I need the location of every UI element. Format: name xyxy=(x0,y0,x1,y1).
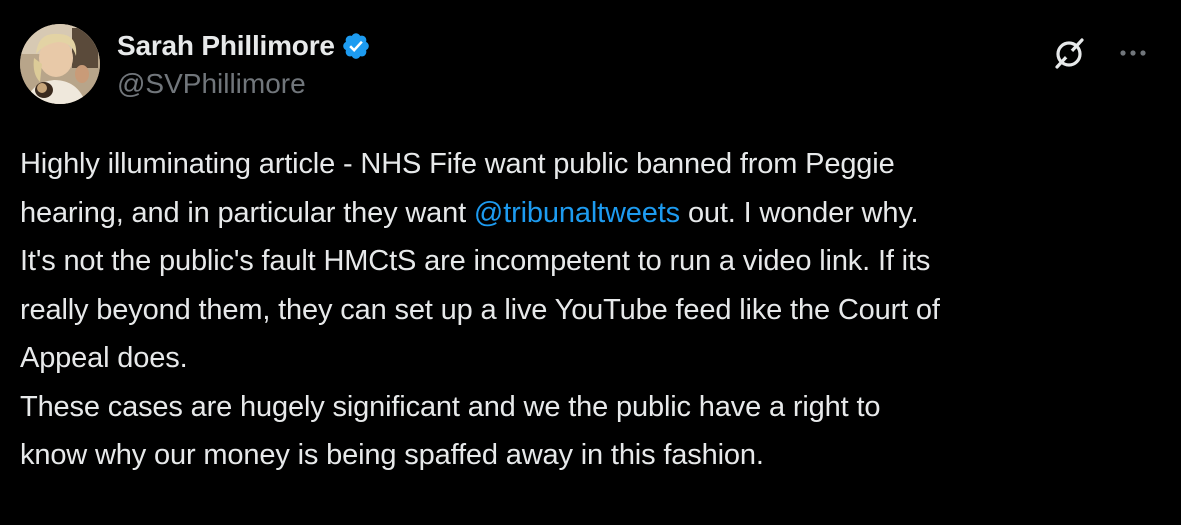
tweet-line: It's not the public's fault HMCtS are in… xyxy=(20,237,1165,286)
author-handle[interactable]: @SVPhillimore xyxy=(117,68,371,100)
tweet-text-segment: It's not the public's fault HMCtS are in… xyxy=(20,245,931,277)
grok-slash-icon[interactable] xyxy=(1050,34,1088,72)
author-info: Sarah Phillimore @SVPhillimore xyxy=(117,28,371,100)
mention-link[interactable]: @tribunaltweets xyxy=(474,197,680,229)
tweet-line: These cases are hugely significant and w… xyxy=(20,383,1165,432)
tweet-text-segment: Appeal does. xyxy=(20,342,188,374)
tweet-line: really beyond them, they can set up a li… xyxy=(20,286,1165,335)
more-dots-icon[interactable] xyxy=(1113,37,1153,69)
tweet-line: hearing, and in particular they want @tr… xyxy=(20,189,1165,238)
author-display-name[interactable]: Sarah Phillimore xyxy=(117,30,335,62)
tweet-text-segment: Highly illuminating article - NHS Fife w… xyxy=(20,148,895,180)
tweet-text: Highly illuminating article - NHS Fife w… xyxy=(20,140,1165,480)
tweet-line: Appeal does. xyxy=(20,334,1165,383)
tweet-text-segment: hearing, and in particular they want xyxy=(20,196,474,229)
tweet-text-segment: really beyond them, they can set up a li… xyxy=(20,293,940,326)
avatar[interactable] xyxy=(20,24,100,104)
tweet-line: Highly illuminating article - NHS Fife w… xyxy=(20,140,1165,189)
avatar-image xyxy=(20,24,100,104)
tweet-text-segment: These cases are hugely significant and w… xyxy=(20,390,881,423)
tweet-text-segment: know why our money is being spaffed away… xyxy=(20,439,764,471)
verified-badge-icon[interactable] xyxy=(341,31,371,61)
tweet-card: Sarah Phillimore @SVPhillimore Highly il… xyxy=(0,0,1181,525)
tweet-text-segment: out. I wonder why. xyxy=(680,196,919,229)
author-name-row: Sarah Phillimore xyxy=(117,28,371,64)
tweet-line: know why our money is being spaffed away… xyxy=(20,431,1165,480)
